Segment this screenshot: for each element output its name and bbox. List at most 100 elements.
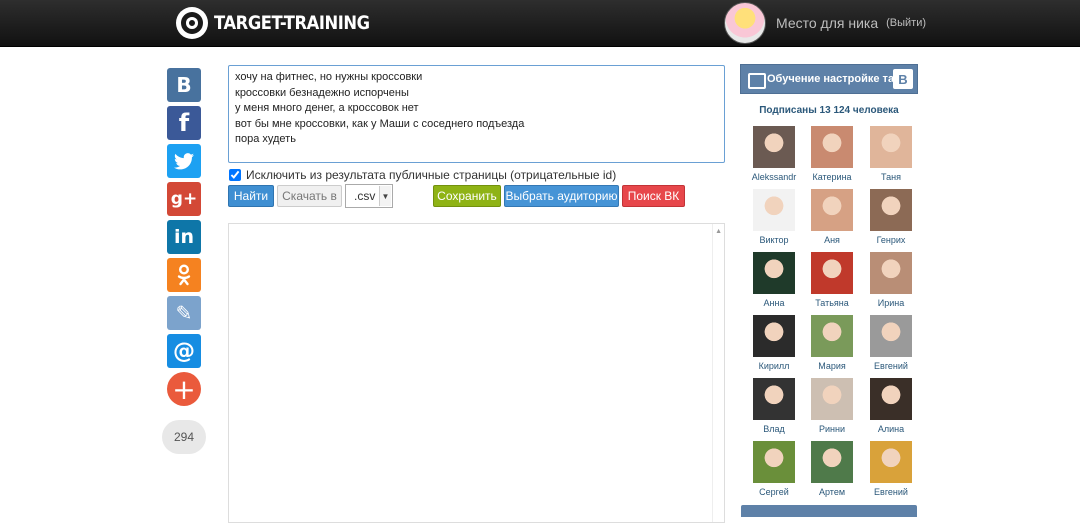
results-area[interactable]: ▲: [228, 223, 725, 523]
exclude-public-row[interactable]: Исключить из результата публичные страни…: [229, 168, 616, 182]
member-name[interactable]: Евгений: [865, 361, 917, 371]
member-item[interactable]: Анна: [748, 252, 800, 308]
download-button[interactable]: Скачать в: [277, 185, 342, 207]
odnoklassniki-icon: [177, 264, 191, 286]
member-photo[interactable]: [753, 441, 795, 483]
user-avatar[interactable]: [724, 2, 766, 44]
member-item[interactable]: Ринни: [806, 378, 858, 434]
widget-title: Обучение настройке та...: [767, 73, 904, 85]
format-value: .csv: [354, 189, 376, 203]
logo[interactable]: TARGET-TRAINING: [176, 6, 395, 40]
member-name[interactable]: Анна: [748, 298, 800, 308]
member-item[interactable]: Евгений: [865, 315, 917, 371]
member-photo[interactable]: [811, 378, 853, 420]
query-line: кроссовки безнадежно испорчены: [235, 86, 409, 99]
member-item[interactable]: Татьяна: [806, 252, 858, 308]
format-select[interactable]: .csv ▼: [345, 184, 393, 208]
share-livejournal-button[interactable]: ✎: [167, 296, 201, 330]
member-item[interactable]: Влад: [748, 378, 800, 434]
share-panel: В f g+ in ✎ @ +: [167, 68, 201, 410]
member-item[interactable]: Мария: [806, 315, 858, 371]
member-photo[interactable]: [870, 189, 912, 231]
choose-audience-button[interactable]: Выбрать аудиторию: [504, 185, 619, 207]
member-name[interactable]: Евгений: [865, 487, 917, 497]
share-mail-button[interactable]: @: [167, 334, 201, 368]
member-name[interactable]: Артем: [806, 487, 858, 497]
member-photo[interactable]: [870, 252, 912, 294]
member-photo[interactable]: [753, 189, 795, 231]
member-item[interactable]: Алина: [865, 378, 917, 434]
member-photo[interactable]: [811, 252, 853, 294]
member-photo[interactable]: [870, 126, 912, 168]
member-item[interactable]: Кирилл: [748, 315, 800, 371]
subscriber-count[interactable]: Подписаны 13 124 человека: [740, 105, 918, 116]
member-photo[interactable]: [753, 378, 795, 420]
share-linkedin-button[interactable]: in: [167, 220, 201, 254]
member-item[interactable]: Alekssandr: [748, 126, 800, 182]
member-name[interactable]: Мария: [806, 361, 858, 371]
member-item[interactable]: Евгений: [865, 441, 917, 497]
share-twitter-button[interactable]: [167, 144, 201, 178]
share-google-plus-button[interactable]: g+: [167, 182, 201, 216]
target-logo-icon: [176, 7, 208, 39]
exclude-public-label: Исключить из результата публичные страни…: [246, 168, 617, 182]
scroll-up-icon[interactable]: ▲: [715, 228, 722, 235]
member-name[interactable]: Аня: [806, 235, 858, 245]
member-photo[interactable]: [811, 441, 853, 483]
query-line: пора худеть: [235, 133, 296, 145]
share-more-button[interactable]: +: [167, 372, 201, 406]
plus-icon: +: [172, 372, 196, 406]
facebook-icon: f: [178, 109, 190, 137]
query-textarea[interactable]: хочу на фитнес, но нужны кроссовки кросс…: [228, 65, 725, 163]
member-item[interactable]: Таня: [865, 126, 917, 182]
share-counter: 294: [162, 420, 206, 454]
widget-footer[interactable]: [741, 505, 917, 517]
member-name[interactable]: Alekssandr: [748, 172, 800, 182]
member-item[interactable]: Сергей: [748, 441, 800, 497]
google-plus-icon: g+: [170, 189, 198, 209]
member-photo[interactable]: [811, 189, 853, 231]
save-button[interactable]: Сохранить: [433, 185, 501, 207]
member-name[interactable]: Ринни: [806, 424, 858, 434]
member-photo[interactable]: [753, 126, 795, 168]
member-photo[interactable]: [870, 378, 912, 420]
member-name[interactable]: Генрих: [865, 235, 917, 245]
user-panel: Место для ника (Выйти): [724, 1, 926, 45]
member-item[interactable]: Артем: [806, 441, 858, 497]
query-line: хочу на фитнес, но нужны кроссовки: [235, 71, 423, 83]
member-name[interactable]: Сергей: [748, 487, 800, 497]
share-odnoklassniki-button[interactable]: [167, 258, 201, 292]
share-vk-button[interactable]: В: [167, 68, 201, 102]
logout-link[interactable]: (Выйти): [886, 17, 926, 29]
query-line: у меня много денег, а кроссовок нет: [235, 102, 419, 114]
member-photo[interactable]: [870, 315, 912, 357]
member-photo[interactable]: [811, 126, 853, 168]
member-item[interactable]: Ирина: [865, 252, 917, 308]
linkedin-icon: in: [173, 226, 195, 248]
vk-search-button[interactable]: Поиск ВК: [622, 185, 685, 207]
member-name[interactable]: Виктор: [748, 235, 800, 245]
member-item[interactable]: Катерина: [806, 126, 858, 182]
nick-placeholder[interactable]: Место для ника: [776, 15, 878, 31]
member-photo[interactable]: [811, 315, 853, 357]
find-button[interactable]: Найти: [228, 185, 274, 207]
member-photo[interactable]: [753, 315, 795, 357]
member-photo[interactable]: [870, 441, 912, 483]
member-item[interactable]: Аня: [806, 189, 858, 245]
member-photo[interactable]: [753, 252, 795, 294]
chevron-down-icon: ▼: [379, 186, 391, 206]
member-name[interactable]: Кирилл: [748, 361, 800, 371]
vk-badge-icon: В: [893, 69, 913, 89]
share-facebook-button[interactable]: f: [167, 106, 201, 140]
member-name[interactable]: Катерина: [806, 172, 858, 182]
member-name[interactable]: Влад: [748, 424, 800, 434]
member-name[interactable]: Ирина: [865, 298, 917, 308]
member-name[interactable]: Татьяна: [806, 298, 858, 308]
member-item[interactable]: Виктор: [748, 189, 800, 245]
widget-header[interactable]: Обучение настройке та... В: [740, 64, 918, 94]
member-name[interactable]: Таня: [865, 172, 917, 182]
results-scrollbar[interactable]: [712, 224, 724, 522]
member-name[interactable]: Алина: [865, 424, 917, 434]
exclude-public-checkbox[interactable]: [229, 169, 241, 181]
member-item[interactable]: Генрих: [865, 189, 917, 245]
